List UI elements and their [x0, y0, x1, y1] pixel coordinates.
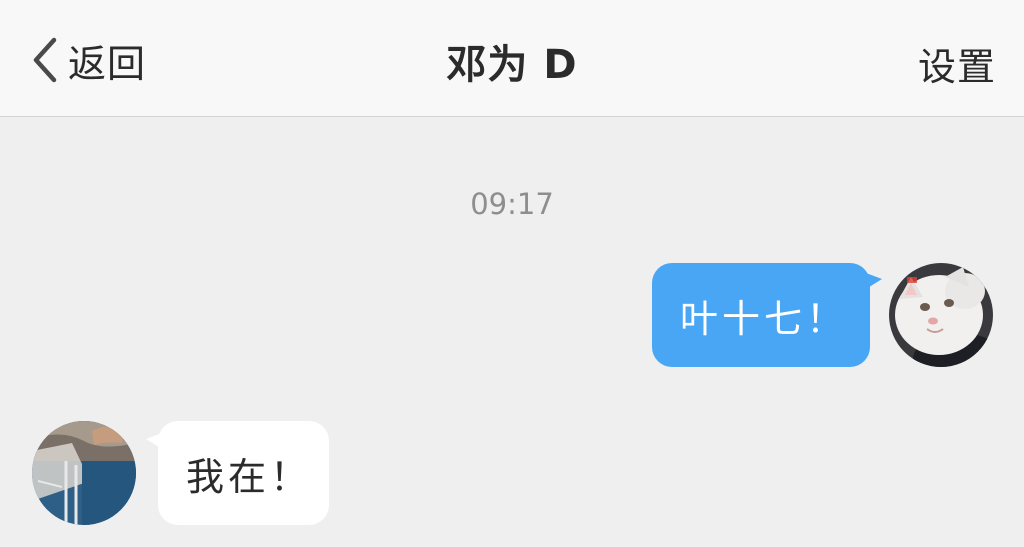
contact-avatar[interactable] [32, 421, 136, 525]
outgoing-message-bubble[interactable]: 叶十七！ [652, 263, 882, 367]
message-text: 叶十七！ [680, 296, 849, 341]
contact-avatar-image [32, 421, 136, 525]
message-timestamp: 09:17 [470, 187, 554, 221]
cat-avatar-image [889, 263, 993, 367]
self-avatar[interactable] [889, 263, 993, 367]
message-text: 我在！ [186, 454, 313, 499]
chat-screen: 返回 邓为 D 设置 09:17 叶十七！ 我在！ [0, 0, 1024, 547]
conversation-title: 邓为 D [446, 42, 578, 88]
settings-button[interactable]: 设置 [918, 36, 996, 91]
nav-bar: 返回 邓为 D 设置 [0, 0, 1024, 117]
incoming-message-bubble[interactable]: 我在！ [146, 421, 329, 525]
